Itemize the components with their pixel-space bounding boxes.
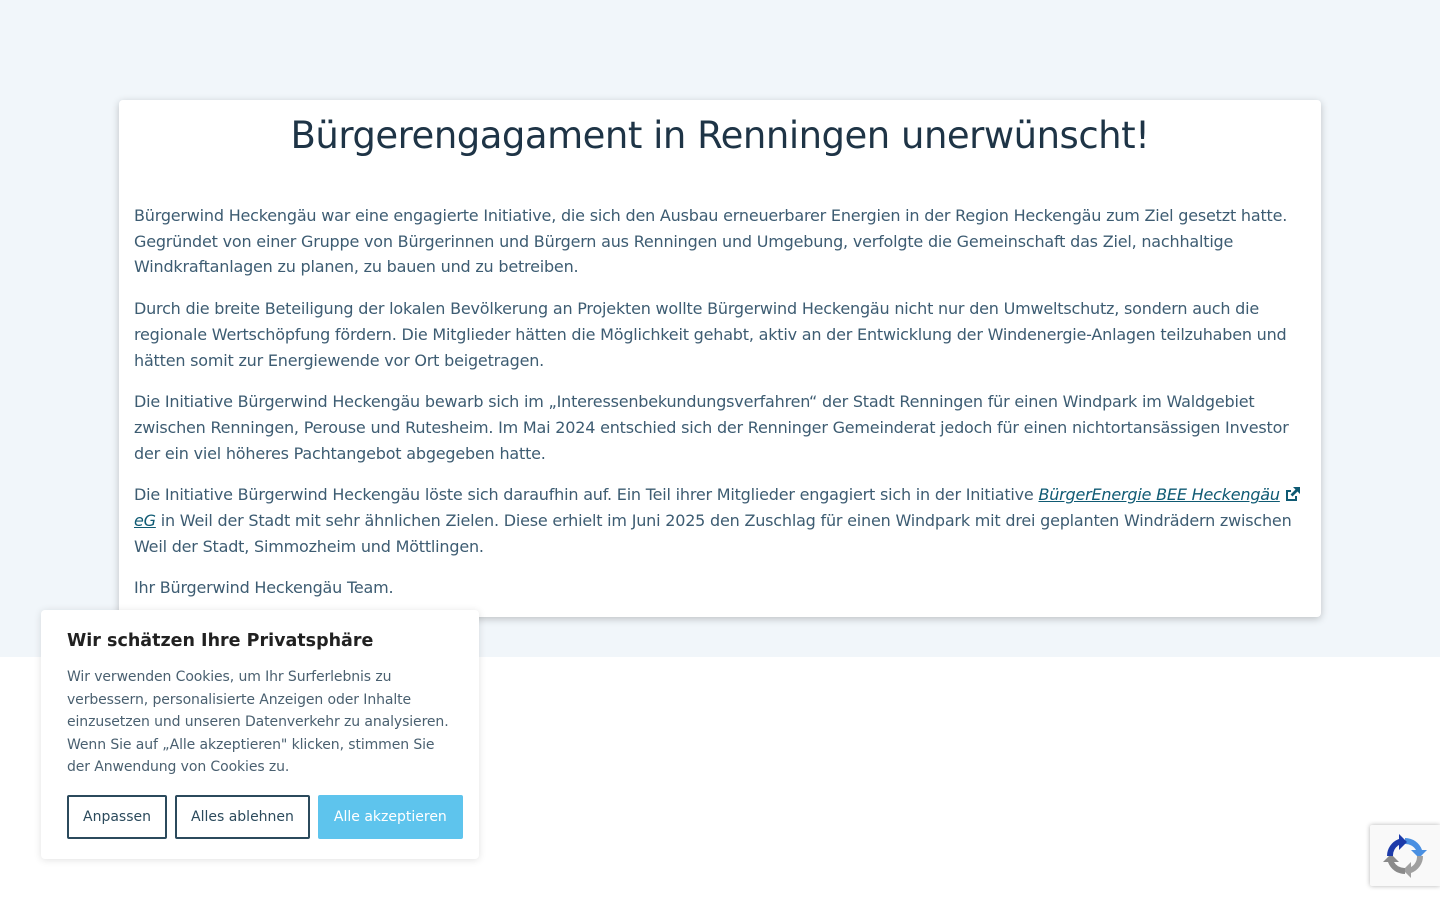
- customize-button[interactable]: Anpassen: [67, 795, 167, 839]
- article-card: Bürgerengagament in Renningen unerwünsch…: [119, 100, 1321, 617]
- paragraph-text-after-link: in Weil der Stadt mit sehr ähnlichen Zie…: [134, 511, 1292, 556]
- link-label[interactable]: BürgerEnergie BEE Heckengäu: [1038, 485, 1280, 504]
- link-suffix[interactable]: eG: [134, 511, 156, 530]
- signature: Ihr Bürgerwind Heckengäu Team.: [134, 578, 394, 598]
- article-paragraph: Durch die breite Beteiligung der lokalen…: [134, 299, 1287, 370]
- cookie-consent-banner: Wir schätzen Ihre Privatsphäre Wir verwe…: [41, 610, 479, 859]
- recaptcha-icon: [1383, 833, 1427, 878]
- cookie-button-group: Anpassen Alles ablehnen Alle akzeptieren: [67, 795, 463, 839]
- reject-all-button[interactable]: Alles ablehnen: [175, 795, 310, 839]
- cookie-banner-title: Wir schätzen Ihre Privatsphäre: [67, 631, 374, 651]
- paragraph-text-before-link: Die Initiative Bürgerwind Heckengäu löst…: [134, 485, 1039, 505]
- article-paragraph: Bürgerwind Heckengäu war eine engagierte…: [134, 206, 1288, 277]
- recaptcha-badge[interactable]: [1370, 825, 1440, 886]
- article-paragraph-with-link: Die Initiative Bürgerwind Heckengäu löst…: [134, 482, 1310, 559]
- article-body: Bürgerwind Heckengäu war eine engagierte…: [134, 203, 1310, 617]
- cookie-banner-description: Wir verwenden Cookies, um Ihr Surferlebn…: [67, 669, 449, 775]
- article-paragraph: Die Initiative Bürgerwind Heckengäu bewa…: [134, 392, 1289, 463]
- external-link-icon[interactable]: [1284, 487, 1300, 502]
- accept-all-button[interactable]: Alle akzeptieren: [317, 795, 463, 839]
- page-title: Bürgerengagament in Renningen unerwünsch…: [290, 114, 1150, 157]
